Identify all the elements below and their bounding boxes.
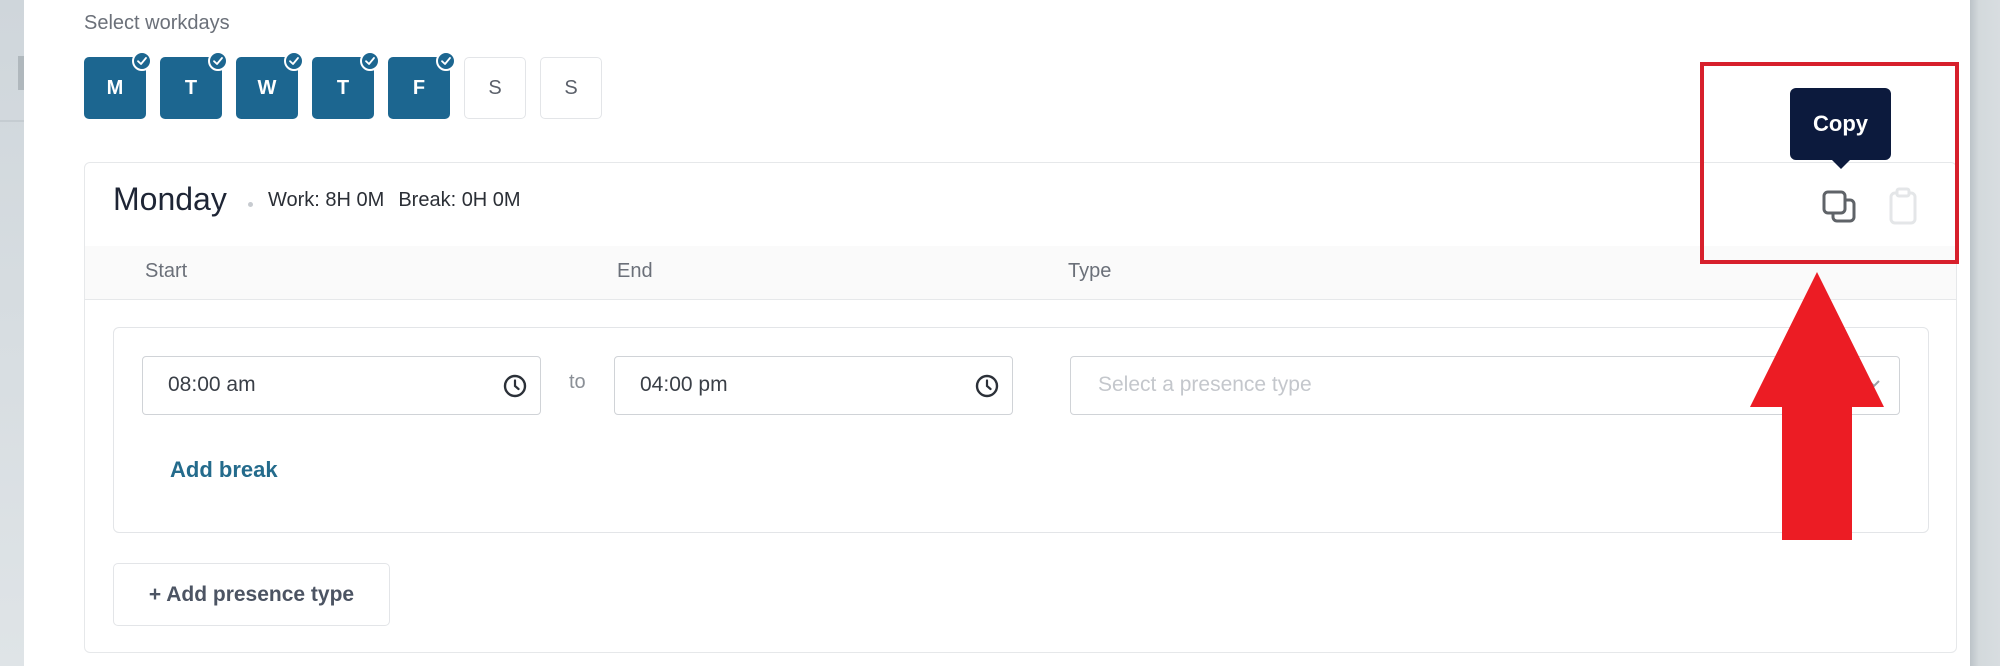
break-summary: Break: 0H 0M: [398, 189, 521, 211]
range-separator: to: [569, 371, 586, 393]
column-end: End: [617, 260, 653, 282]
start-time-value: 08:00 am: [168, 373, 256, 396]
presence-type-placeholder: Select a presence type: [1098, 373, 1312, 396]
add-presence-type-button[interactable]: + Add presence type: [113, 563, 390, 626]
end-time-value: 04:00 pm: [640, 373, 728, 396]
day-toggle-thursday[interactable]: T: [312, 51, 380, 119]
day-title: Monday: [113, 181, 227, 217]
annotation-arrow-up-icon: [1750, 272, 1884, 540]
column-header-row: Start End Type: [85, 246, 1956, 300]
column-type: Type: [1068, 260, 1112, 282]
workday-selector: M T W T F S S: [84, 51, 602, 119]
day-card-header: Monday Work: 8H 0M Break: 0H 0M: [85, 163, 1956, 247]
backdrop-right: [1970, 0, 2000, 666]
day-letter: S: [488, 76, 502, 99]
clock-icon[interactable]: [502, 373, 528, 399]
day-schedule-card: Monday Work: 8H 0MBreak: 0H 0M Start En: [84, 162, 1957, 653]
day-toggle-sunday[interactable]: S: [540, 57, 602, 119]
column-start: Start: [145, 260, 188, 282]
check-icon: [132, 51, 152, 71]
workdays-label: Select workdays: [84, 12, 230, 34]
schedule-panel: Select workdays M T W T F S S Monday Wor…: [24, 0, 1970, 666]
backdrop-left: [0, 0, 24, 666]
add-break-link[interactable]: Add break: [170, 457, 278, 483]
hours-summary: Work: 8H 0M Break: 0H 0M: [268, 189, 535, 212]
day-toggle-wednesday[interactable]: W: [236, 51, 304, 119]
work-summary: Work: 8H 0M: [268, 189, 385, 211]
clock-icon[interactable]: [974, 373, 1000, 399]
separator-dot: [248, 202, 253, 207]
day-toggle-friday[interactable]: F: [388, 51, 456, 119]
annotation-highlight-box: [1700, 62, 1959, 264]
check-icon: [208, 51, 228, 71]
day-toggle-tuesday[interactable]: T: [160, 51, 228, 119]
day-letter: T: [184, 76, 198, 99]
check-icon: [360, 51, 380, 71]
day-toggle-monday[interactable]: M: [84, 51, 152, 119]
day-letter: F: [412, 76, 426, 99]
day-letter: S: [564, 76, 578, 99]
presence-entry: 08:00 am to 04:00 pm Select a presence t…: [113, 327, 1929, 533]
day-letter: W: [257, 76, 277, 99]
day-letter: T: [336, 76, 350, 99]
check-icon: [284, 51, 304, 71]
start-time-input[interactable]: 08:00 am: [142, 356, 541, 415]
end-time-input[interactable]: 04:00 pm: [614, 356, 1013, 415]
day-toggle-saturday[interactable]: S: [464, 57, 526, 119]
backdrop-divider: [0, 120, 24, 122]
check-icon: [436, 51, 456, 71]
day-letter: M: [106, 76, 124, 99]
